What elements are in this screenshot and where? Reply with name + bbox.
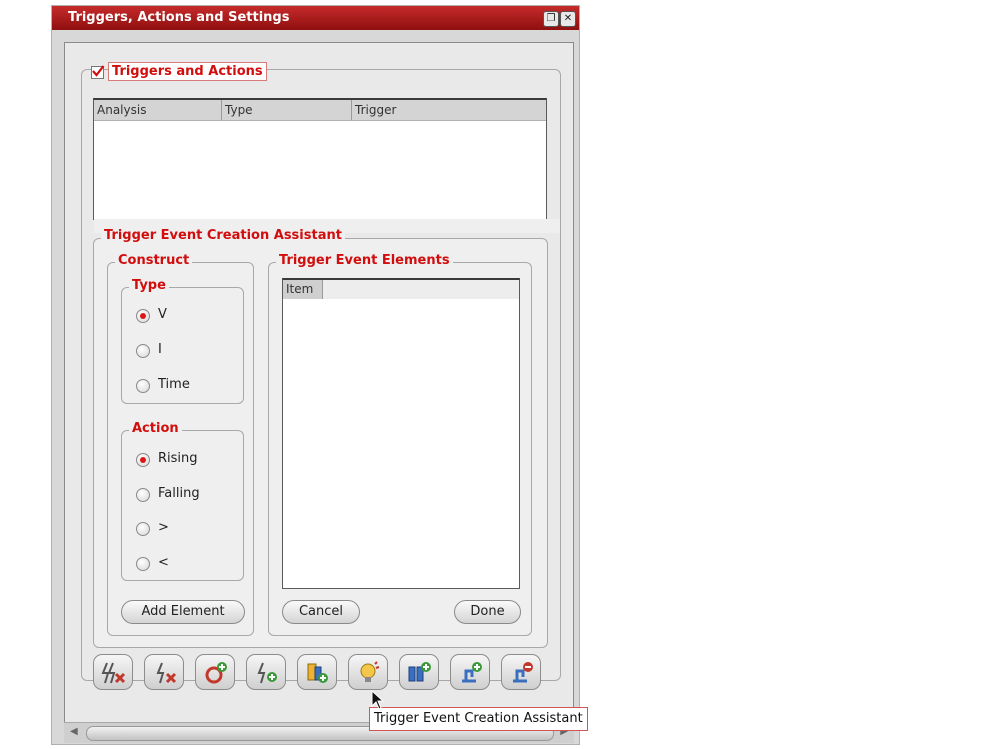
window-title: Triggers, Actions and Settings xyxy=(68,10,290,25)
checkmark-icon xyxy=(92,65,105,77)
add-setting-button[interactable] xyxy=(195,654,235,690)
delete-all-triggers-icon xyxy=(101,662,126,684)
construct-label: Construct xyxy=(115,253,193,268)
settings-window: Triggers, Actions and Settings ❐ ✕ Trigg… xyxy=(51,5,580,745)
delete-all-triggers-button[interactable] xyxy=(93,654,133,690)
remove-probe-button[interactable] xyxy=(501,654,541,690)
triggers-table-header: Analysis Type Trigger xyxy=(94,100,546,121)
column-header-analysis[interactable]: Analysis xyxy=(94,100,222,120)
action-label: Action xyxy=(129,421,182,436)
add-parameter-button[interactable] xyxy=(399,654,439,690)
radio-v[interactable] xyxy=(136,309,150,323)
elements-list[interactable]: Item xyxy=(282,278,520,589)
add-probe-icon xyxy=(462,662,482,683)
type-option-i-label: I xyxy=(158,342,162,357)
remove-probe-icon xyxy=(513,662,533,683)
radio-less[interactable] xyxy=(136,557,150,571)
tooltip: Trigger Event Creation Assistant xyxy=(369,707,588,731)
cancel-button[interactable]: Cancel xyxy=(282,600,360,624)
type-option-time-label: Time xyxy=(158,377,190,392)
radio-greater[interactable] xyxy=(136,522,150,536)
triggers-table[interactable]: Analysis Type Trigger xyxy=(93,98,547,220)
mouse-cursor-icon xyxy=(371,690,385,710)
radio-rising[interactable] xyxy=(136,453,150,467)
add-setting-icon xyxy=(205,662,227,684)
elements-list-header: Item xyxy=(283,280,519,299)
column-header-type[interactable]: Type xyxy=(222,100,352,120)
action-group: Rising Falling > < xyxy=(121,430,244,581)
triggers-actions-checkbox[interactable] xyxy=(91,65,105,79)
elements-label: Trigger Event Elements xyxy=(276,253,453,268)
column-header-trigger[interactable]: Trigger xyxy=(352,100,546,120)
trigger-assistant-icon xyxy=(360,661,380,682)
close-icon[interactable]: ✕ xyxy=(560,11,576,27)
done-button[interactable]: Done xyxy=(454,600,521,624)
triggers-actions-label[interactable]: Triggers and Actions xyxy=(108,62,267,81)
type-option-v-label: V xyxy=(158,307,167,322)
add-trigger-button[interactable] xyxy=(246,654,286,690)
type-label: Type xyxy=(129,278,169,293)
radio-i[interactable] xyxy=(136,344,150,358)
radio-falling[interactable] xyxy=(136,488,150,502)
add-element-button[interactable]: Add Element xyxy=(121,600,245,624)
trigger-assistant-button[interactable] xyxy=(348,654,388,690)
radio-time[interactable] xyxy=(136,379,150,393)
restore-icon[interactable]: ❐ xyxy=(543,11,559,27)
add-action-button[interactable] xyxy=(297,654,337,690)
add-action-icon xyxy=(307,663,328,683)
add-probe-button[interactable] xyxy=(450,654,490,690)
delete-trigger-button[interactable] xyxy=(144,654,184,690)
action-option-rising-label: Rising xyxy=(158,451,198,466)
action-option-greater-label: > xyxy=(158,520,169,535)
action-option-less-label: < xyxy=(158,555,169,570)
delete-trigger-icon xyxy=(156,662,177,684)
column-header-item[interactable]: Item xyxy=(283,280,323,299)
scroll-left-icon[interactable]: ◀ xyxy=(70,726,78,737)
window-titlebar[interactable]: Triggers, Actions and Settings ❐ ✕ xyxy=(52,6,579,30)
assistant-label: Trigger Event Creation Assistant xyxy=(101,228,345,243)
type-group: V I Time xyxy=(121,287,244,404)
content-panel: Triggers and Actions Analysis Type Trigg… xyxy=(64,42,574,724)
add-parameter-icon xyxy=(408,662,431,682)
action-option-falling-label: Falling xyxy=(158,486,200,501)
add-trigger-icon xyxy=(257,662,277,684)
